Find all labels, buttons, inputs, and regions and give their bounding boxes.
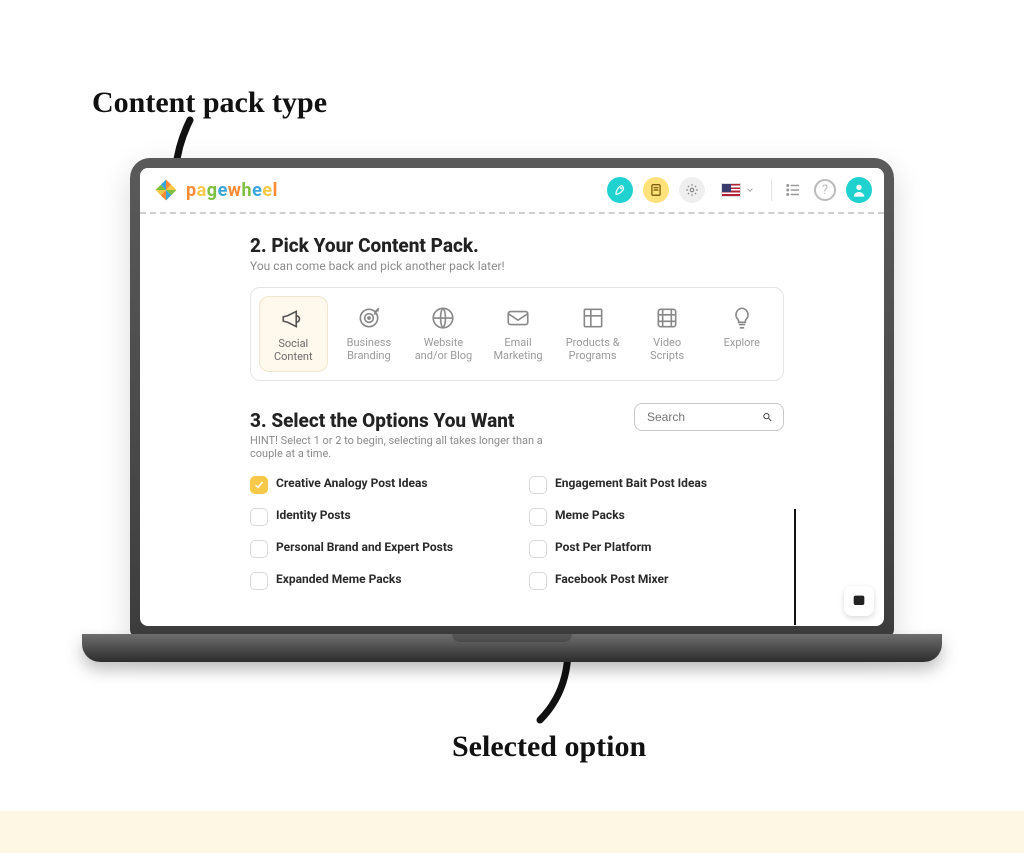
checkbox[interactable] xyxy=(529,508,547,526)
laptop-mockup: pagewheel xyxy=(130,158,894,674)
content-pack-business-branding[interactable]: Business Branding xyxy=(336,296,403,372)
pack-label: Products & Programs xyxy=(563,336,622,362)
content-pack-explore[interactable]: Explore xyxy=(708,296,775,372)
option-label: Post Per Platform xyxy=(555,540,651,554)
option-label: Creative Analogy Post Ideas xyxy=(276,476,428,490)
section3-hint: HINT! Select 1 or 2 to begin, selecting … xyxy=(250,434,550,460)
checkbox[interactable] xyxy=(529,540,547,558)
annotation-bottom: Selected option xyxy=(452,730,646,764)
content-pack-products-programs[interactable]: Products & Programs xyxy=(559,296,626,372)
checkbox[interactable] xyxy=(250,508,268,526)
header-actions: ? xyxy=(607,177,872,203)
section3-title: 3. Select the Options You Want xyxy=(250,409,622,432)
brand-name: pagewheel xyxy=(186,180,278,201)
pack-label: Email Marketing xyxy=(489,336,548,362)
checkbox[interactable] xyxy=(250,572,268,590)
locale-selector[interactable] xyxy=(715,181,761,199)
option-expanded-meme-packs[interactable]: Expanded Meme Packs xyxy=(250,572,505,590)
chat-widget[interactable] xyxy=(844,586,874,616)
option-label: Facebook Post Mixer xyxy=(555,572,668,586)
pack-label: Explore xyxy=(724,336,760,349)
option-identity-posts[interactable]: Identity Posts xyxy=(250,508,505,526)
list-button[interactable] xyxy=(782,179,804,201)
globe-icon xyxy=(429,304,457,332)
option-label: Identity Posts xyxy=(276,508,351,522)
option-label: Expanded Meme Packs xyxy=(276,572,402,586)
option-facebook-post-mixer[interactable]: Facebook Post Mixer xyxy=(529,572,784,590)
option-personal-brand-and-expert-posts[interactable]: Personal Brand and Expert Posts xyxy=(250,540,505,558)
help-button[interactable]: ? xyxy=(814,179,836,201)
content-pack-social-content[interactable]: Social Content xyxy=(259,296,328,372)
content-pack-website-and-or-blog[interactable]: Website and/or Blog xyxy=(410,296,477,372)
search-input[interactable] xyxy=(645,409,742,425)
megaphone-icon xyxy=(279,305,307,333)
box-icon xyxy=(579,304,607,332)
laptop-body: pagewheel xyxy=(130,158,894,636)
options-grid: Creative Analogy Post Ideas Engagement Ba… xyxy=(250,476,784,590)
checkbox[interactable] xyxy=(529,572,547,590)
pack-label: Video Scripts xyxy=(638,336,697,362)
section2-title: 2. Pick Your Content Pack. xyxy=(250,234,784,257)
brand-logo-icon xyxy=(152,176,180,204)
option-label: Engagement Bait Post Ideas xyxy=(555,476,707,490)
option-creative-analogy-post-ideas[interactable]: Creative Analogy Post Ideas xyxy=(250,476,505,494)
option-post-per-platform[interactable]: Post Per Platform xyxy=(529,540,784,558)
option-label: Meme Packs xyxy=(555,508,625,522)
content-pack-row: Social Content Business Branding Website a… xyxy=(250,287,784,381)
avatar[interactable] xyxy=(846,177,872,203)
notes-button[interactable] xyxy=(643,177,669,203)
header-divider xyxy=(771,179,772,201)
pack-label: Website and/or Blog xyxy=(414,336,473,362)
search-icon xyxy=(762,410,773,424)
app-header: pagewheel xyxy=(140,168,884,214)
envelope-icon xyxy=(504,304,532,332)
content-pack-video-scripts[interactable]: Video Scripts xyxy=(634,296,701,372)
search-box[interactable] xyxy=(634,403,784,431)
decorative-vertical-line xyxy=(794,509,796,625)
brand[interactable]: pagewheel xyxy=(152,176,278,204)
option-label: Personal Brand and Expert Posts xyxy=(276,540,453,554)
rocket-button[interactable] xyxy=(607,177,633,203)
option-engagement-bait-post-ideas[interactable]: Engagement Bait Post Ideas xyxy=(529,476,784,494)
checkbox[interactable] xyxy=(250,540,268,558)
film-icon xyxy=(653,304,681,332)
target-icon xyxy=(355,304,383,332)
checkbox[interactable] xyxy=(250,476,268,494)
pack-label: Business Branding xyxy=(340,336,399,362)
page-bottom-band xyxy=(0,811,1024,853)
chevron-down-icon xyxy=(745,185,755,195)
flag-us-icon xyxy=(721,183,741,197)
app-screen: pagewheel xyxy=(140,168,884,626)
settings-button[interactable] xyxy=(679,177,705,203)
section2-subtitle: You can come back and pick another pack … xyxy=(250,259,784,273)
content-pack-email-marketing[interactable]: Email Marketing xyxy=(485,296,552,372)
bulb-icon xyxy=(728,304,756,332)
pack-label: Social Content xyxy=(264,337,323,363)
main-content: 2. Pick Your Content Pack. You can come … xyxy=(140,214,884,626)
checkbox[interactable] xyxy=(529,476,547,494)
annotation-top: Content pack type xyxy=(92,86,327,120)
option-meme-packs[interactable]: Meme Packs xyxy=(529,508,784,526)
laptop-base xyxy=(82,634,942,662)
